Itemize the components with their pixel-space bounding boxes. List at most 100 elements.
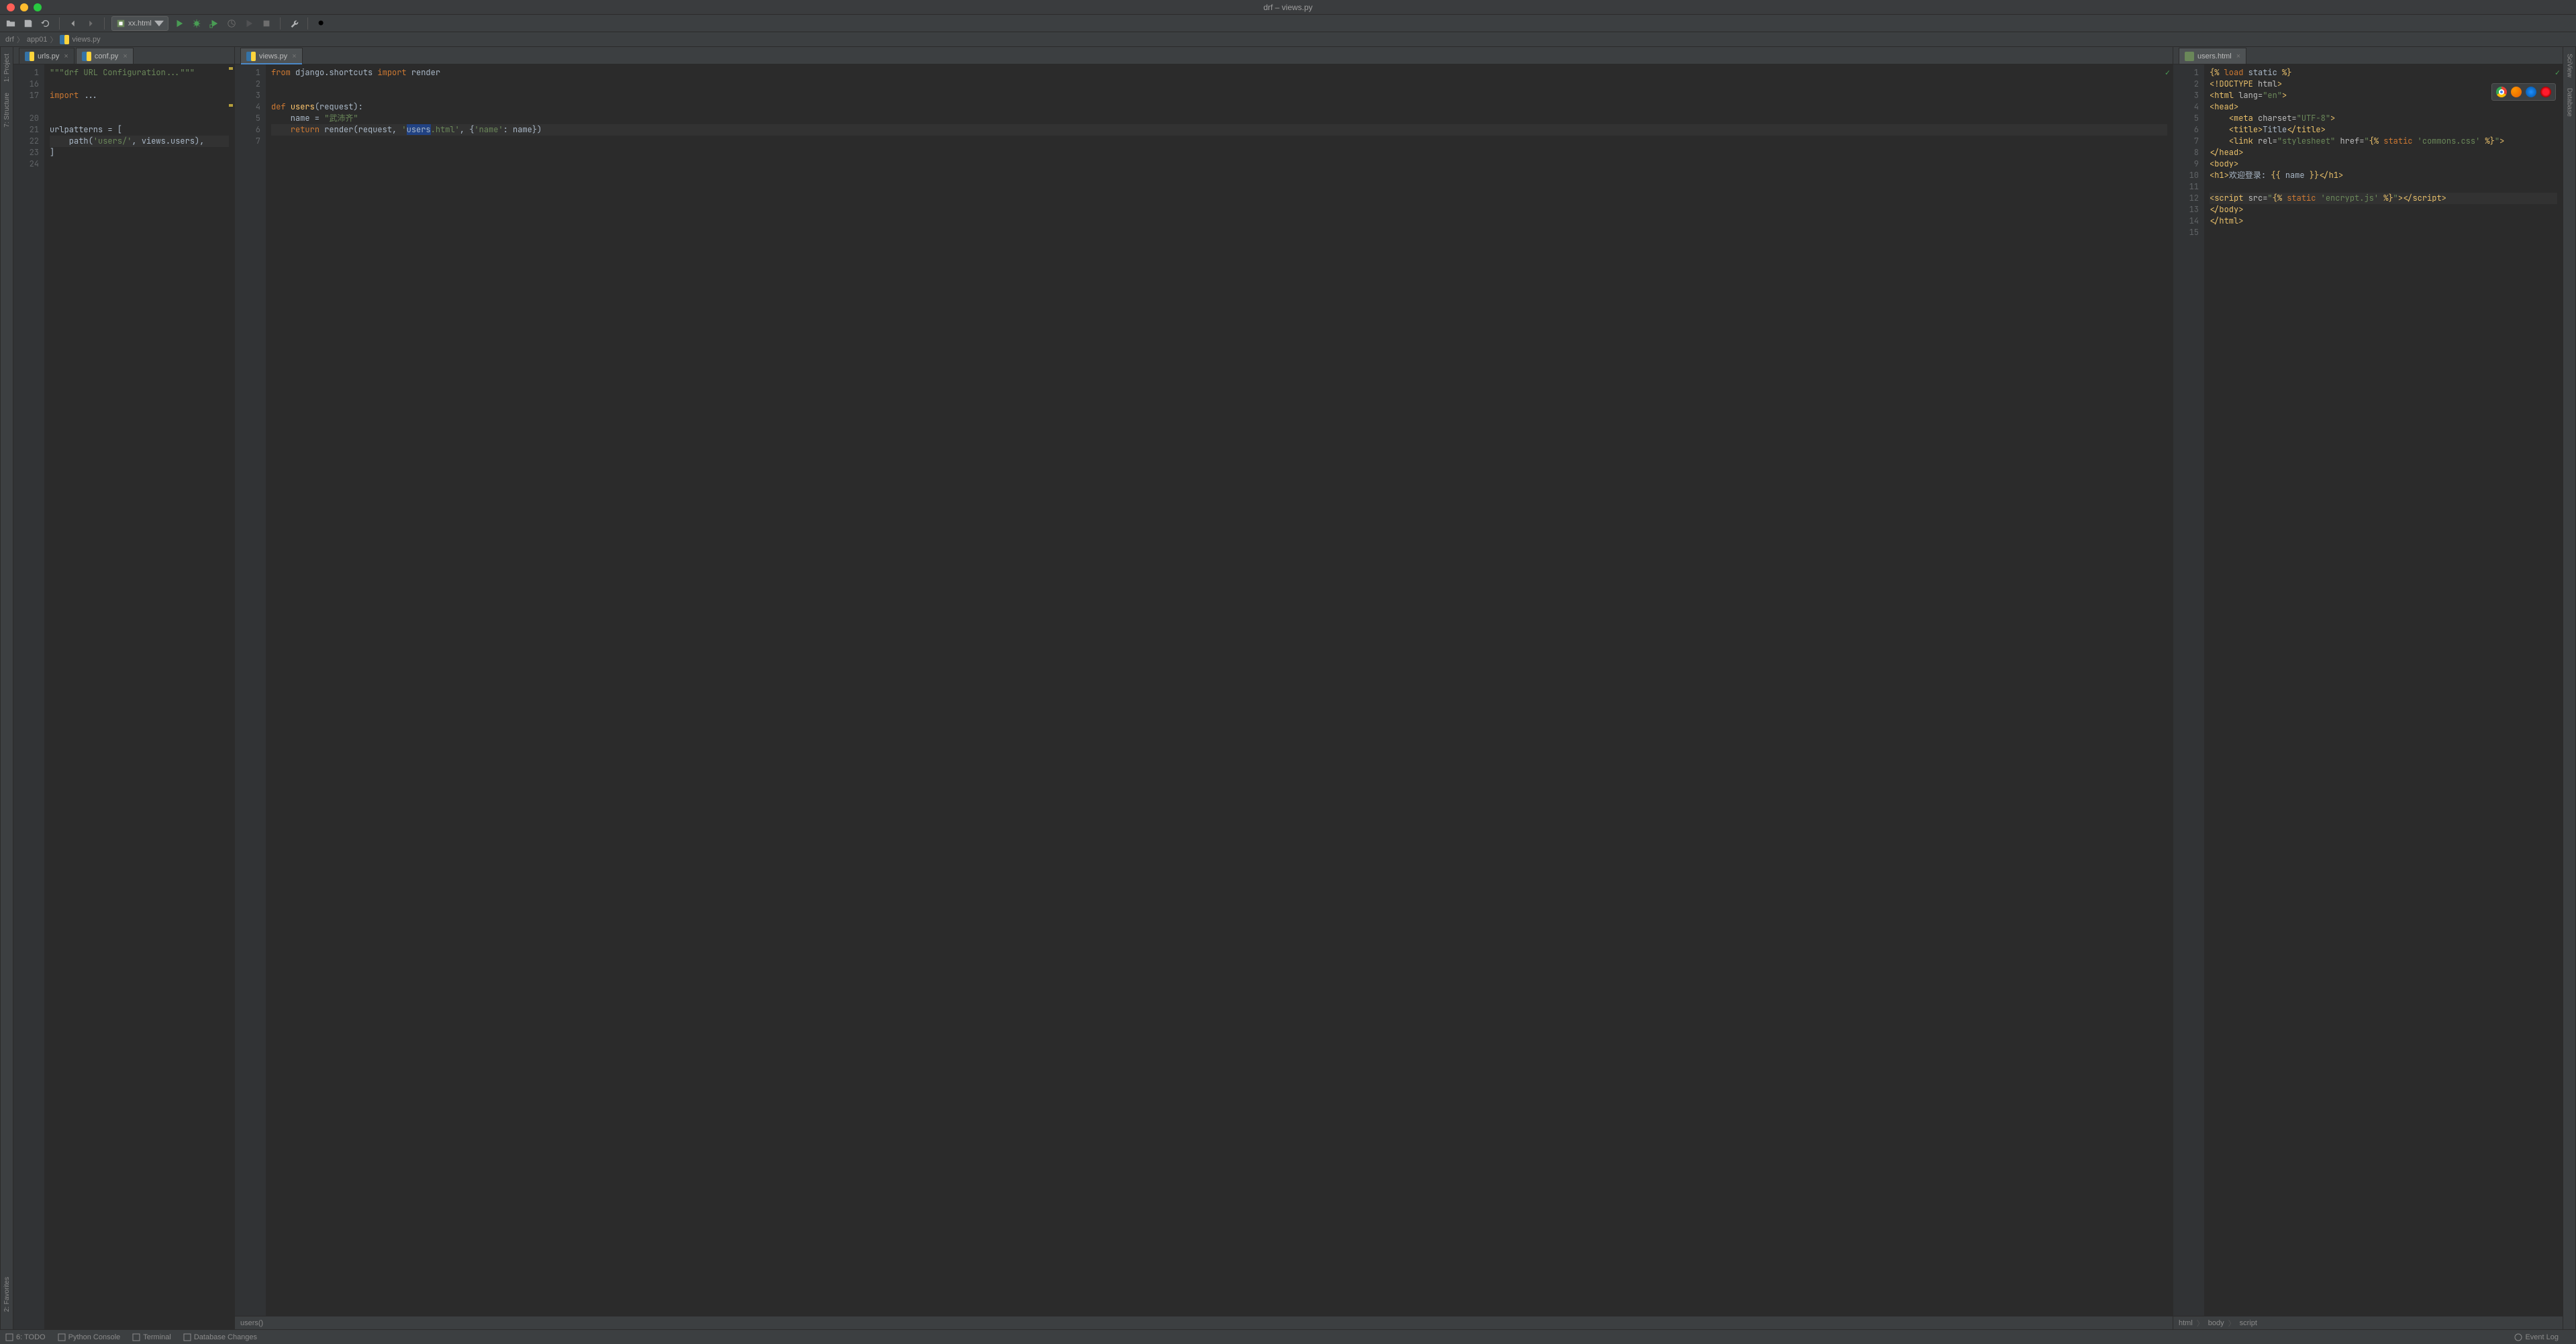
tool-window-button[interactable]: 6: TODO — [5, 1333, 46, 1341]
run-config-selector[interactable]: xx.html — [111, 16, 168, 31]
tab-label: views.py — [259, 52, 287, 60]
py-file-icon — [246, 52, 256, 61]
code-area[interactable]: from django.shortcuts import render def … — [266, 64, 2173, 1316]
editor-tabbar: views.py × — [235, 47, 2173, 64]
chrome-icon[interactable] — [2496, 87, 2507, 97]
tool-window-button[interactable]: SciView — [2566, 50, 2573, 81]
tool-window-button[interactable]: Python Console — [58, 1333, 121, 1341]
window-title: drf – views.py — [1263, 3, 1312, 12]
tab-label: users.html — [2197, 52, 2232, 60]
editor-tab[interactable]: urls.py× — [19, 48, 75, 64]
editor-breadcrumb[interactable]: html〉body〉script — [2173, 1316, 2563, 1329]
breadcrumb-item[interactable]: drf — [5, 36, 14, 44]
event-log-button[interactable]: Event Log — [2514, 1333, 2559, 1341]
build-icon[interactable] — [287, 17, 301, 30]
code-line[interactable]: ] — [50, 147, 229, 158]
main-toolbar: xx.html — [0, 15, 2576, 32]
code-line[interactable] — [2210, 227, 2557, 238]
code-line[interactable]: </html> — [2210, 215, 2557, 227]
open-icon[interactable] — [4, 17, 17, 30]
code-line[interactable]: def users(request): — [271, 101, 2167, 113]
code-line[interactable]: <script src="{% static 'encrypt.js' %}">… — [2210, 193, 2557, 204]
code-line[interactable] — [50, 158, 229, 170]
code-line[interactable]: <head> — [2210, 101, 2557, 113]
python-file-icon — [60, 35, 69, 44]
window-titlebar: drf – views.py — [0, 0, 2576, 15]
run-coverage-icon[interactable] — [207, 17, 221, 30]
safari-icon[interactable] — [2526, 87, 2536, 97]
inspection-ok-icon: ✓ — [2555, 67, 2560, 79]
search-icon[interactable] — [315, 17, 328, 30]
tool-window-button[interactable]: 2: Favorites — [3, 1273, 11, 1316]
code-line[interactable]: <link rel="stylesheet" href="{% static '… — [2210, 136, 2557, 147]
close-tab-icon[interactable]: × — [2236, 52, 2240, 60]
py-file-icon — [82, 52, 91, 61]
refresh-icon[interactable] — [39, 17, 52, 30]
code-line[interactable]: </body> — [2210, 204, 2557, 215]
tab-label: conf.py — [95, 52, 118, 60]
close-tab-icon[interactable]: × — [64, 52, 68, 60]
editor-tab[interactable]: users.html × — [2179, 48, 2246, 64]
code-line[interactable]: <h1>欢迎登录: {{ name }}</h1> — [2210, 170, 2557, 181]
code-line[interactable] — [271, 79, 2167, 90]
code-line[interactable]: name = "武沛齐" — [271, 113, 2167, 124]
debug-icon[interactable] — [190, 17, 203, 30]
breadcrumb-item[interactable]: views.py — [60, 35, 100, 44]
code-line[interactable] — [50, 113, 229, 124]
html-file-icon — [2185, 52, 2194, 61]
zoom-window-button[interactable] — [34, 3, 42, 11]
code-line[interactable]: """drf URL Configuration...""" — [50, 67, 229, 79]
forward-icon[interactable] — [84, 17, 97, 30]
py-file-icon — [25, 52, 34, 61]
code-editor[interactable]: 116172021222324"""drf URL Configuration.… — [13, 64, 234, 1329]
breadcrumb-item[interactable]: app01 — [27, 36, 48, 44]
code-line[interactable]: import ... — [50, 90, 229, 101]
code-line[interactable]: <meta charset="UTF-8"> — [2210, 113, 2557, 124]
code-editor[interactable]: 1234567from django.shortcuts import rend… — [235, 64, 2173, 1316]
stop-icon[interactable] — [260, 17, 273, 30]
close-tab-icon[interactable]: × — [123, 52, 127, 60]
tool-window-button[interactable]: Terminal — [132, 1333, 171, 1341]
code-line[interactable] — [50, 79, 229, 90]
nav-breadcrumbs: drf 〉 app01 〉 views.py — [0, 32, 2576, 47]
code-line[interactable]: {% load static %} — [2210, 67, 2557, 79]
status-bar: 6: TODO Python Console Terminal Database Ch… — [0, 1329, 2576, 1344]
code-area[interactable]: """drf URL Configuration...""" import ..… — [44, 64, 234, 1329]
close-window-button[interactable] — [7, 3, 15, 11]
code-line[interactable]: from django.shortcuts import render — [271, 67, 2167, 79]
opera-icon[interactable] — [2540, 87, 2551, 97]
code-line[interactable]: urlpatterns = [ — [50, 124, 229, 136]
code-line[interactable] — [271, 90, 2167, 101]
back-icon[interactable] — [66, 17, 80, 30]
run-icon[interactable] — [172, 17, 186, 30]
code-line[interactable]: <title>Title</title> — [2210, 124, 2557, 136]
browser-preview-bar — [2491, 83, 2556, 101]
line-gutter: 123456789101112131415 — [2173, 64, 2204, 1316]
close-tab-icon[interactable]: × — [292, 52, 296, 60]
firefox-icon[interactable] — [2511, 87, 2522, 97]
code-line[interactable] — [271, 136, 2167, 147]
editor-tab[interactable]: views.py × — [240, 48, 303, 64]
tool-window-button[interactable]: 7: Structure — [3, 89, 11, 132]
code-line[interactable]: return render(request, 'users.html', {'n… — [271, 124, 2167, 136]
code-line[interactable]: </head> — [2210, 147, 2557, 158]
inspection-ok-icon: ✓ — [2165, 67, 2170, 79]
profile-icon[interactable] — [225, 17, 238, 30]
tool-window-button[interactable]: 1: Project — [3, 50, 11, 86]
code-editor[interactable]: 123456789101112131415{% load static %}<!… — [2173, 64, 2563, 1316]
line-gutter: 116172021222324 — [13, 64, 44, 1329]
tool-window-button[interactable]: Database Changes — [183, 1333, 257, 1341]
right-tool-rail: SciView Database — [2563, 47, 2576, 1329]
attach-icon[interactable] — [242, 17, 256, 30]
code-line[interactable] — [2210, 181, 2557, 193]
code-line[interactable]: <body> — [2210, 158, 2557, 170]
code-line[interactable] — [50, 101, 229, 113]
save-icon[interactable] — [21, 17, 35, 30]
editor-pane: views.py × 1234567from django.shortcuts im… — [235, 47, 2173, 1329]
editor-breadcrumb[interactable]: users() — [235, 1316, 2173, 1329]
code-area[interactable]: {% load static %}<!DOCTYPE html><html la… — [2204, 64, 2563, 1316]
minimize-window-button[interactable] — [20, 3, 28, 11]
editor-tab[interactable]: conf.py × — [76, 48, 134, 64]
code-line[interactable]: path('users/', views.users), — [50, 136, 229, 147]
tool-window-button[interactable]: Database — [2566, 84, 2573, 121]
